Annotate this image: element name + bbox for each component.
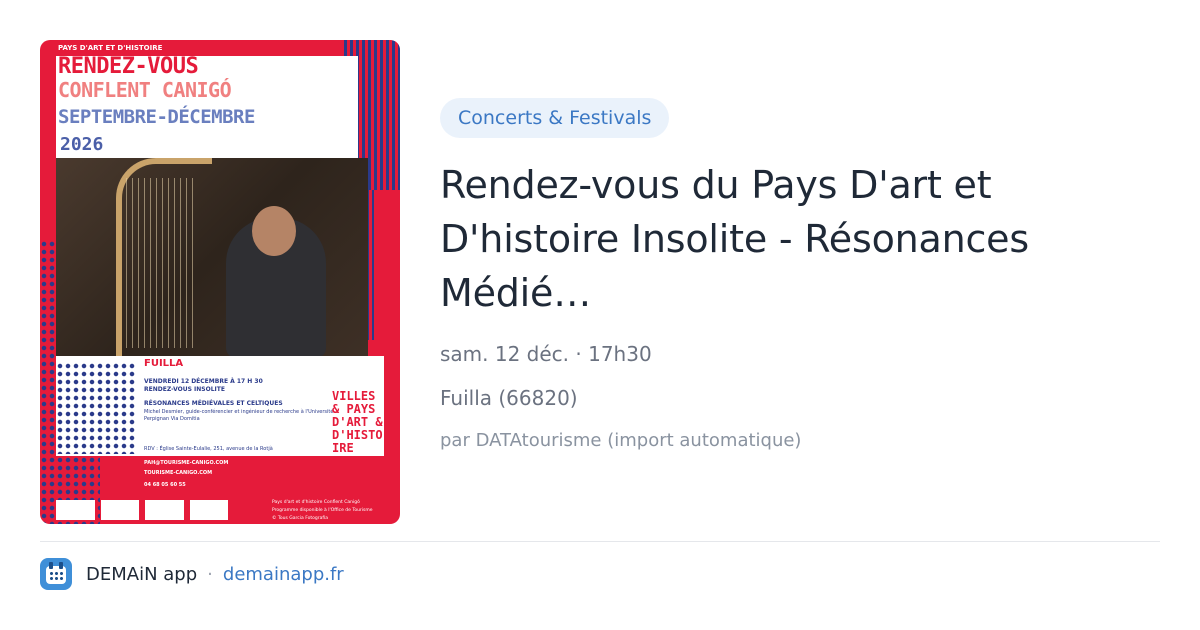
poster-heading-line: RENDEZ-VOUS (58, 54, 199, 79)
poster-heading-line: CONFLENT CANIGÓ (58, 78, 232, 102)
event-datetime: sam. 12 déc. · 17h30 (440, 342, 652, 366)
poster-phone: 04 68 05 60 55 (144, 482, 186, 488)
villes-pays-art-logo: VILLES & PAYS D'ART & D'HISTO IRE (332, 390, 383, 455)
poster-kicker: PAYS D'ART ET D'HISTOIRE (58, 44, 163, 52)
footer-divider (40, 541, 1160, 542)
event-source: par DATAtourisme (import automatique) (440, 430, 802, 451)
poster-credit: Programme disponible à l'Office de Touri… (272, 508, 373, 513)
musician-face (252, 206, 296, 256)
poster-speaker-line: Michel Desmier, guide-conférencier et in… (144, 409, 334, 415)
partner-logo (145, 500, 184, 520)
poster-credit: Pays d'art et d'histoire Conflent Canigó (272, 500, 360, 505)
poster-type-line: RENDEZ-VOUS INSOLITE (144, 386, 225, 393)
event-location: Fuilla (66820) (440, 386, 578, 410)
app-domain-link[interactable]: demainapp.fr (223, 564, 344, 585)
poster-heading-line: SEPTEMBRE-DÉCEMBRE (58, 106, 255, 128)
poster-email: PAH@TOURISME-CANIGO.COM (144, 460, 229, 466)
footer-separator: · (207, 563, 213, 585)
poster-speaker-line: Perpignan Via Domitia (144, 416, 200, 422)
partner-logo (189, 500, 228, 520)
poster-credit: © Tous Garcia Fotografia (272, 516, 328, 521)
partner-logo (56, 500, 95, 520)
category-badge[interactable]: Concerts & Festivals (440, 98, 670, 138)
poster-address-line: RDV : Église Sainte-Eulalie, 251, avenue… (144, 446, 273, 452)
poster-heading-line: 2026 (60, 134, 104, 155)
poster-dot-pattern (56, 362, 136, 454)
villes-logo-line: IRE (332, 441, 354, 455)
event-title[interactable]: Rendez-vous du Pays D'art et D'histoire … (440, 158, 1160, 320)
harp-strings (126, 178, 196, 348)
poster-event-line: RÉSONANCES MÉDIÉVALES ET CELTIQUES (144, 400, 283, 407)
event-poster-image: PAYS D'ART ET D'HISTOIRE RENDEZ-VOUS CON… (40, 40, 400, 524)
partner-logo (100, 500, 139, 520)
app-name: DEMAiN app (86, 563, 198, 585)
harpist-photo (56, 158, 368, 364)
poster-partner-logos (56, 500, 228, 520)
poster-place: FUILLA (144, 358, 184, 369)
poster-date-line: VENDREDI 12 DÉCEMBRE À 17 H 30 (144, 378, 263, 385)
footer: DEMAiN app · demainapp.fr (40, 556, 344, 592)
poster-site: TOURISME-CANIGO.COM (144, 470, 213, 476)
app-calendar-icon (40, 558, 72, 590)
